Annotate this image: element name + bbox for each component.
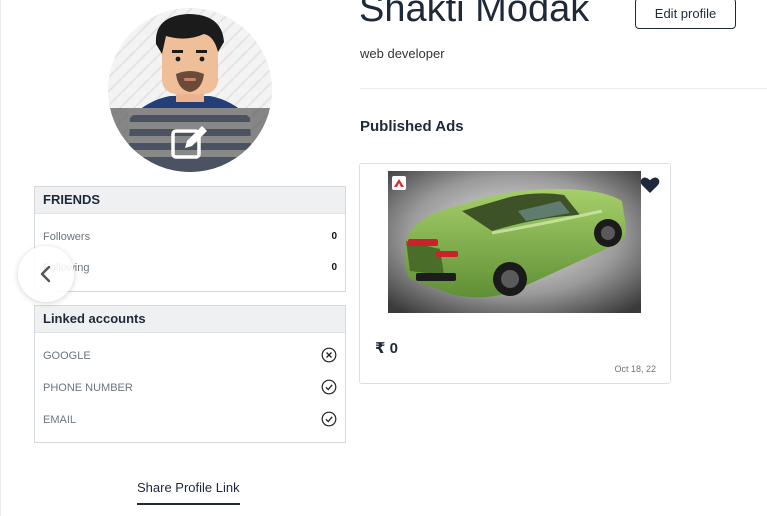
followers-row[interactable]: Followers 0 (43, 231, 337, 243)
ad-date: Oct 18, 22 (614, 364, 656, 374)
linked-account-label: PHONE NUMBER (43, 382, 133, 394)
linked-accounts-header: Linked accounts (35, 306, 345, 333)
check-circle-icon (321, 379, 337, 395)
ad-card[interactable]: ₹ 0 Oct 18, 22 (359, 163, 671, 384)
followers-label: Followers (43, 231, 91, 243)
followers-count: 0 (331, 231, 337, 242)
logo-badge-icon (392, 176, 406, 190)
edit-profile-button[interactable]: Edit profile (635, 0, 736, 29)
linked-account-phone[interactable]: PHONE NUMBER (43, 379, 337, 395)
published-ads-title: Published Ads (360, 118, 464, 135)
check-circle-icon (321, 411, 337, 427)
share-profile-link[interactable]: Share Profile Link (137, 480, 240, 505)
friends-card: FRIENDS Followers 0 Following 0 (34, 186, 346, 292)
linked-account-email[interactable]: EMAIL (43, 411, 337, 427)
linked-account-label: GOOGLE (43, 350, 91, 362)
left-border (0, 0, 1, 516)
ad-price: ₹ 0 (375, 340, 398, 357)
heart-icon[interactable] (640, 176, 660, 194)
chevron-left-icon (40, 265, 51, 283)
divider (360, 88, 767, 89)
following-row[interactable]: Following 0 (43, 262, 337, 274)
edit-photo-icon[interactable] (170, 122, 210, 162)
linked-accounts-card: Linked accounts GOOGLE PHONE NUMBER EMAI… (34, 305, 346, 443)
back-button[interactable] (18, 246, 74, 302)
ad-image[interactable] (388, 171, 641, 313)
friends-header: FRIENDS (35, 187, 345, 214)
profile-name: Shakti Modak (359, 0, 590, 30)
x-circle-icon (321, 347, 337, 363)
following-count: 0 (331, 262, 337, 273)
linked-account-google[interactable]: GOOGLE (43, 347, 337, 363)
linked-account-label: EMAIL (43, 414, 77, 426)
profile-role: web developer (360, 46, 445, 61)
profile-avatar[interactable] (108, 8, 272, 172)
